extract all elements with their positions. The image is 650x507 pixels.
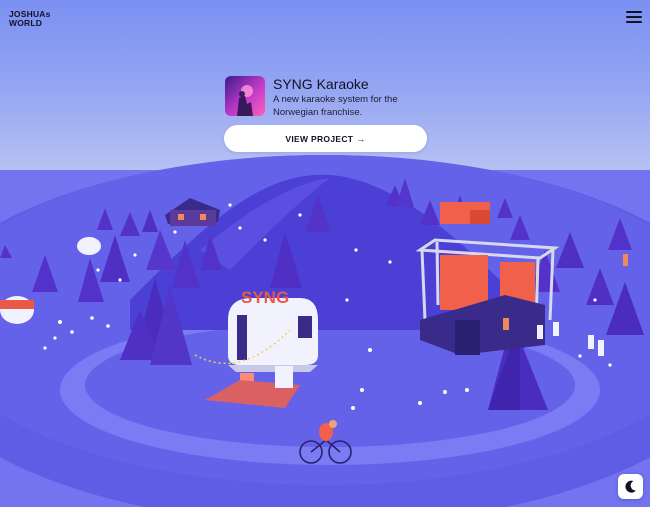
- moon-icon: [625, 480, 636, 493]
- project-description: A new karaoke system for the Norwegian f…: [273, 94, 398, 118]
- view-project-button[interactable]: VIEW PROJECT →: [224, 125, 427, 152]
- theme-toggle-button[interactable]: [618, 474, 643, 499]
- view-project-label: VIEW PROJECT: [285, 133, 354, 144]
- stage-screen: [440, 255, 488, 310]
- karaoke-caravan: [228, 298, 318, 372]
- project-thumbnail[interactable]: [225, 76, 265, 116]
- site-logo[interactable]: JOSHUAs WORLD: [9, 10, 51, 28]
- igloo: [77, 237, 101, 255]
- logo-line-2: WORLD: [9, 18, 43, 28]
- thumbnail-art-icon: [237, 85, 253, 116]
- project-title: SYNG Karaoke: [273, 76, 369, 92]
- hamburger-menu-icon[interactable]: [626, 10, 642, 24]
- syng-sign: SYNG: [241, 288, 289, 307]
- page: SYNG JOSHUAs WORLD SYNG Karaoke A new ka…: [0, 0, 650, 507]
- arrow-right-icon: →: [356, 133, 366, 144]
